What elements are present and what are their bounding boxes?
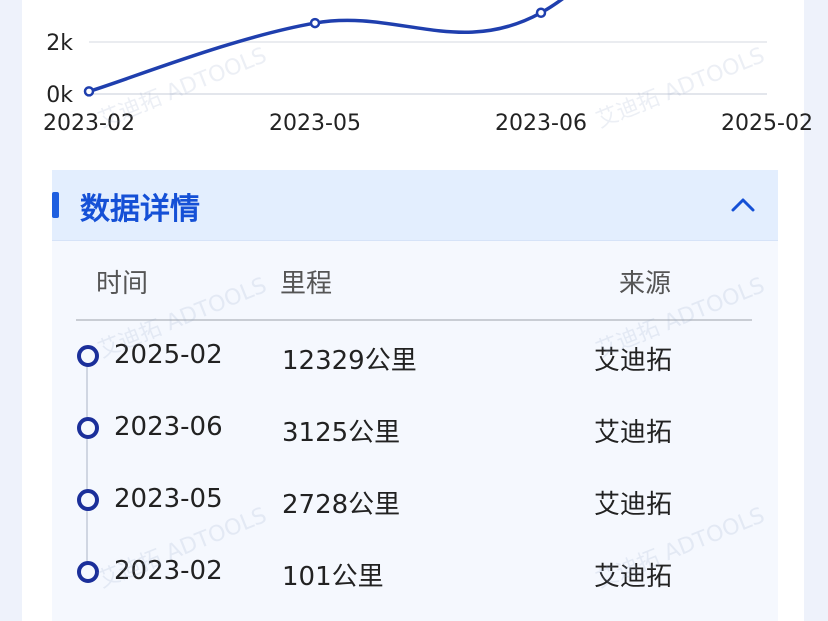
data-point[interactable] bbox=[83, 86, 95, 97]
timeline-line bbox=[86, 358, 88, 568]
data-point[interactable] bbox=[309, 17, 321, 29]
column-header-source: 来源 bbox=[619, 269, 672, 299]
data-point[interactable] bbox=[535, 7, 547, 18]
row-time: 2023-06 bbox=[114, 412, 223, 442]
y-tick-label: 2k bbox=[46, 31, 73, 56]
row-source: 艾迪拓 bbox=[594, 418, 673, 448]
chevron-up-icon[interactable] bbox=[730, 192, 756, 218]
table-row: 2023-06 3125公里 艾迪拓 bbox=[52, 412, 778, 452]
row-mileage: 2728公里 bbox=[282, 490, 401, 520]
section-title: 数据详情 bbox=[80, 192, 200, 227]
row-mileage: 12329公里 bbox=[282, 346, 417, 376]
x-tick-label: 2023-05 bbox=[269, 111, 361, 136]
x-tick-label: 2025-02 bbox=[721, 111, 813, 136]
x-tick-label: 2023-06 bbox=[495, 111, 587, 136]
timeline-dot-icon bbox=[77, 417, 99, 439]
row-source: 艾迪拓 bbox=[594, 490, 673, 520]
row-time: 2023-05 bbox=[114, 484, 223, 514]
table-row: 2025-02 12329公里 艾迪拓 bbox=[52, 340, 778, 380]
section-accent-bar bbox=[52, 192, 59, 218]
section-header[interactable]: 数据详情 bbox=[52, 170, 778, 241]
timeline-dot-icon bbox=[77, 489, 99, 511]
y-tick-label: 0k bbox=[46, 83, 73, 108]
row-mileage: 3125公里 bbox=[282, 418, 401, 448]
column-header-mileage: 里程 bbox=[280, 269, 333, 299]
table-row: 2023-05 2728公里 艾迪拓 bbox=[52, 484, 778, 524]
column-header-time: 时间 bbox=[96, 269, 149, 299]
row-mileage: 101公里 bbox=[282, 562, 384, 592]
timeline-dot-icon bbox=[77, 345, 99, 367]
